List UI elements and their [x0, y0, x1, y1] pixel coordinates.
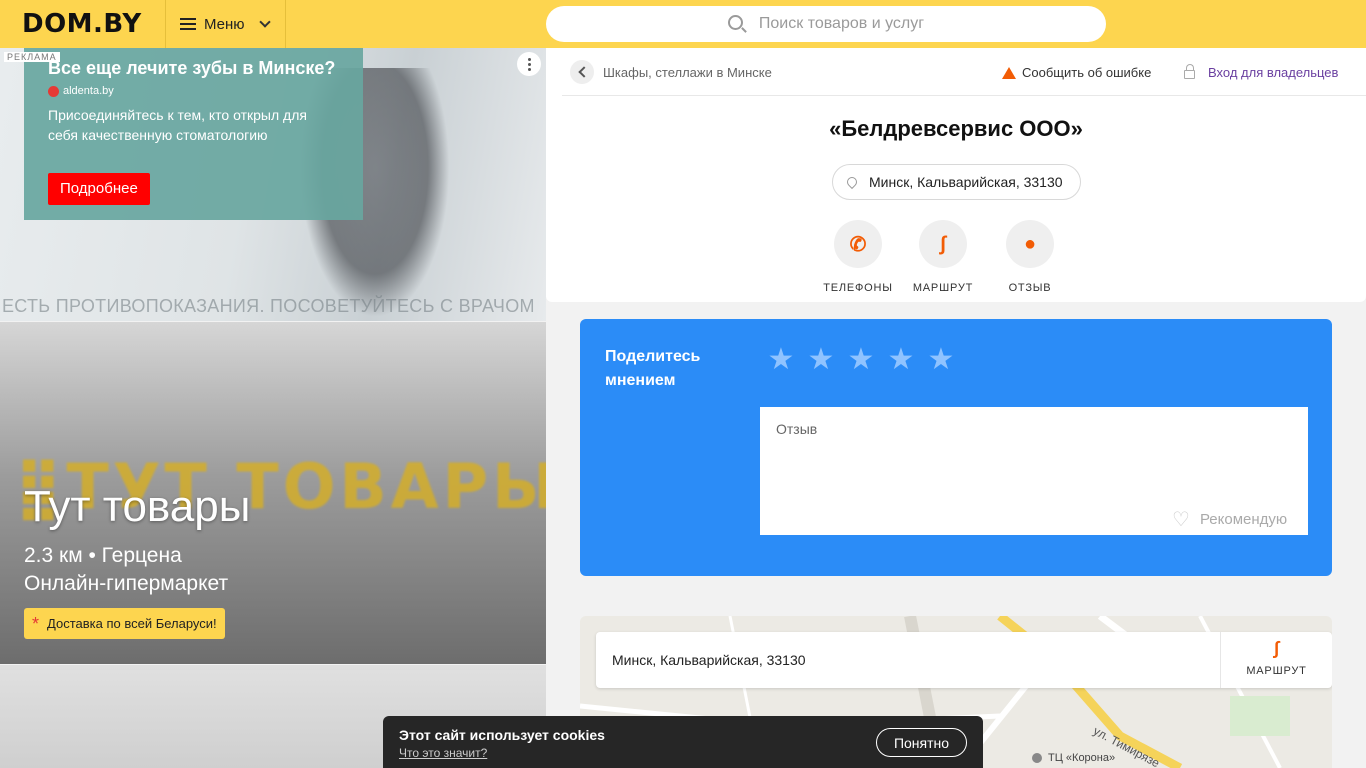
search-input[interactable]: Поиск товаров и услуг [546, 6, 1106, 42]
review-title: Поделитесь мнением [605, 348, 701, 389]
phone-icon: ✆ [834, 220, 882, 268]
ad-more-button[interactable]: Подробнее [48, 173, 150, 205]
more-options-icon[interactable] [517, 52, 541, 76]
star-4-icon[interactable]: ★ [886, 345, 916, 375]
map-route-button[interactable]: ∫ МАРШРУТ [1220, 632, 1332, 688]
phones-button[interactable]: ✆ ТЕЛЕФОНЫ [823, 220, 893, 294]
recommend-label: Рекомендую [1199, 511, 1288, 528]
company-card: Шкафы, стеллажи в Минске Сообщить об оши… [546, 48, 1366, 302]
warning-icon [1002, 66, 1016, 79]
promo-badge-text: Доставка по всей Беларуси! [47, 616, 217, 631]
promo-card[interactable]: ⣿ТУТ ТОВАРЫ Тут товары 2.3 км • Герцена … [0, 322, 546, 664]
cookie-accept-button[interactable]: Понятно [876, 728, 967, 757]
star-2-icon[interactable]: ★ [806, 345, 836, 375]
location-pin-icon [844, 174, 860, 190]
owners-login-link[interactable]: Вход для владельцев [1184, 64, 1339, 80]
poi-icon [1032, 753, 1042, 763]
lock-icon [1184, 64, 1195, 79]
ad-warning: ЕСТЬ ПРОТИВОПОКАЗАНИЯ. ПОСОВЕТУЙТЕСЬ С В… [2, 296, 535, 316]
menu-label: Меню [204, 15, 245, 33]
back-button[interactable] [570, 60, 594, 84]
rating-stars: ★ ★ ★ ★ ★ [766, 345, 956, 375]
promo-badge: * Доставка по всей Беларуси! [24, 608, 225, 639]
address-text: Минск, Кальварийская, 33130 [869, 174, 1063, 190]
chevron-down-icon [258, 15, 271, 28]
owners-login-label: Вход для владельцев [1208, 65, 1339, 80]
cookie-info-link[interactable]: Что это значит? [399, 746, 487, 760]
ad-title: Все еще лечите зубы в Минске? [48, 58, 336, 78]
ad-label: РЕКЛАМА [4, 52, 60, 62]
promo-category: Онлайн-гипермаркет [24, 572, 229, 595]
chat-icon: ● [1006, 220, 1054, 268]
breadcrumb[interactable]: Шкафы, стеллажи в Минске [603, 65, 772, 80]
ad-content: Все еще лечите зубы в Минске? aldenta.by… [24, 48, 363, 220]
route-icon: ∫ [919, 220, 967, 268]
ad-source-text: aldenta.by [63, 85, 114, 97]
promo-distance: 2.3 км • Герцена [24, 544, 182, 567]
recommend-toggle[interactable]: ♡ Рекомендую [1172, 507, 1287, 532]
review-label: ОТЗЫВ [1008, 282, 1052, 294]
ad-text: Присоединяйтесь к тем, кто открыл для се… [48, 107, 307, 143]
report-error-link[interactable]: Сообщить об ошибке [1002, 65, 1151, 80]
map-address-bar: Минск, Кальварийская, 33130 ∫ МАРШРУТ [596, 632, 1332, 688]
map-address: Минск, Кальварийская, 33130 [612, 652, 806, 668]
divider [562, 95, 1366, 96]
promo-title: Тут товары [24, 482, 251, 531]
star-5-icon[interactable]: ★ [926, 345, 956, 375]
star-1-icon[interactable]: ★ [766, 345, 796, 375]
ad-source: aldenta.by [48, 85, 339, 97]
route-label: МАРШРУТ [912, 282, 974, 294]
heart-icon: ♡ [1172, 509, 1190, 531]
ad-banner[interactable]: Все еще лечите зубы в Минске? aldenta.by… [0, 48, 546, 321]
cookie-text: Этот сайт использует cookies [399, 727, 605, 743]
site-logo[interactable]: DOM.BY [22, 9, 142, 39]
address-button[interactable]: Минск, Кальварийская, 33130 [832, 164, 1081, 200]
review-block: Поделитесь мнением ★ ★ ★ ★ ★ ♡ Рекоменду… [580, 319, 1332, 576]
cookie-banner: Этот сайт использует cookies Что это зна… [383, 716, 983, 768]
map-route-label: МАРШРУТ [1246, 665, 1307, 677]
map-poi[interactable]: ТЦ «Корона» [1032, 752, 1115, 764]
search-icon [727, 14, 743, 30]
route-button[interactable]: ∫ МАРШРУТ [908, 220, 978, 294]
review-button[interactable]: ● ОТЗЫВ [995, 220, 1065, 294]
phones-label: ТЕЛЕФОНЫ [823, 282, 893, 294]
report-error-label: Сообщить об ошибке [1022, 65, 1152, 80]
header: DOM.BY Меню Поиск товаров и услуг [0, 0, 1366, 48]
star-icon: * [32, 613, 40, 634]
company-title: «Белдревсервис ООО» [829, 116, 1083, 141]
search-placeholder: Поиск товаров и услуг [758, 15, 925, 32]
tooth-icon [48, 85, 59, 97]
star-3-icon[interactable]: ★ [846, 345, 876, 375]
route-icon: ∫ [1274, 638, 1279, 658]
map-poi-label: ТЦ «Корона» [1048, 752, 1116, 764]
menu-button[interactable]: Меню [165, 0, 286, 48]
hamburger-icon [180, 18, 196, 30]
